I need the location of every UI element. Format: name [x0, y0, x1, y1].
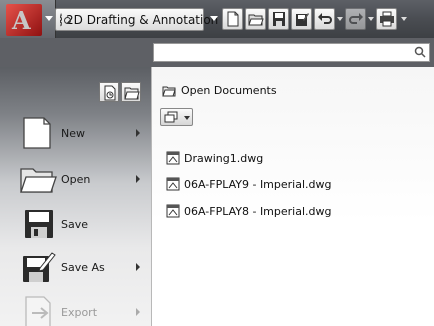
open-label: Open	[61, 172, 91, 186]
save-as-label: Save As	[61, 260, 105, 274]
export-label: Export	[61, 305, 98, 319]
document-name: 06A-FPLAY9 - Imperial.dwg	[184, 177, 332, 191]
save-button[interactable]	[268, 8, 289, 30]
undo-button[interactable]	[314, 8, 335, 30]
save-as-icon	[18, 250, 58, 284]
redo-icon	[349, 13, 363, 24]
save-floppy-icon	[18, 207, 58, 241]
section-title: Open Documents	[162, 84, 277, 97]
new-button[interactable]	[222, 8, 243, 30]
document-name: 06A-FPLAY8 - Imperial.dwg	[184, 204, 332, 218]
save-label: Save	[61, 217, 89, 231]
dwg-file-icon	[166, 151, 180, 165]
open-documents-icon	[124, 87, 140, 100]
folder-icon	[162, 86, 176, 96]
view-icon	[164, 111, 178, 123]
section-title-label: Open Documents	[181, 84, 277, 97]
chevron-down-icon	[45, 16, 53, 21]
open-folder-icon	[18, 162, 58, 196]
recent-documents-icon	[104, 85, 116, 101]
quick-access-customize-icon[interactable]	[401, 17, 407, 21]
save-command[interactable]: Save	[18, 206, 148, 242]
chevron-right-icon	[136, 129, 140, 137]
chevron-right-icon	[136, 175, 140, 183]
gear-icon	[60, 12, 71, 27]
open-command[interactable]: Open	[18, 161, 148, 197]
plot-button[interactable]	[376, 8, 397, 30]
search-box[interactable]	[153, 43, 430, 62]
search-input[interactable]	[156, 45, 406, 60]
save-icon	[273, 12, 285, 26]
document-item[interactable]: 06A-FPLAY8 - Imperial.dwg	[166, 202, 332, 220]
plot-icon	[380, 11, 394, 27]
search-icon[interactable]	[414, 46, 426, 58]
undo-icon	[318, 13, 332, 24]
document-item[interactable]: 06A-FPLAY9 - Imperial.dwg	[166, 175, 332, 193]
save-as-command[interactable]: Save As	[18, 249, 148, 285]
new-label: New	[61, 126, 85, 140]
chevron-right-icon	[136, 308, 140, 316]
autocad-logo-icon: A	[6, 4, 42, 36]
save-as-icon	[296, 13, 309, 26]
workspace-label: 2D Drafting & Annotation	[66, 12, 219, 27]
open-icon	[248, 14, 264, 26]
document-name: Drawing1.dwg	[184, 151, 264, 165]
redo-button[interactable]	[345, 8, 366, 30]
save-as-button[interactable]	[291, 8, 312, 30]
dwg-file-icon	[166, 204, 180, 218]
document-item[interactable]: Drawing1.dwg	[166, 149, 263, 167]
chevron-right-icon	[136, 263, 140, 271]
dwg-file-icon	[166, 177, 180, 191]
documents-pane	[151, 67, 434, 326]
export-icon	[18, 295, 58, 326]
app-logo-letter: A	[12, 6, 31, 35]
chevron-down-icon	[184, 116, 190, 120]
export-command[interactable]: Export	[18, 294, 148, 326]
undo-dropdown-icon[interactable]	[337, 17, 343, 21]
workspace-dropdown-icon[interactable]	[210, 16, 218, 21]
documents-view-toggle	[99, 82, 141, 102]
recent-documents-button[interactable]	[99, 82, 119, 102]
new-icon	[227, 11, 239, 27]
open-button[interactable]	[245, 8, 266, 30]
display-options-dropdown[interactable]	[160, 108, 193, 126]
open-documents-button[interactable]	[121, 82, 141, 102]
redo-dropdown-icon[interactable]	[368, 17, 374, 21]
new-document-icon	[18, 116, 58, 150]
application-menu-button[interactable]: A	[0, 0, 56, 40]
workspace-switcher[interactable]: 2D Drafting & Annotation	[55, 8, 218, 31]
new-command[interactable]: New	[18, 115, 148, 151]
